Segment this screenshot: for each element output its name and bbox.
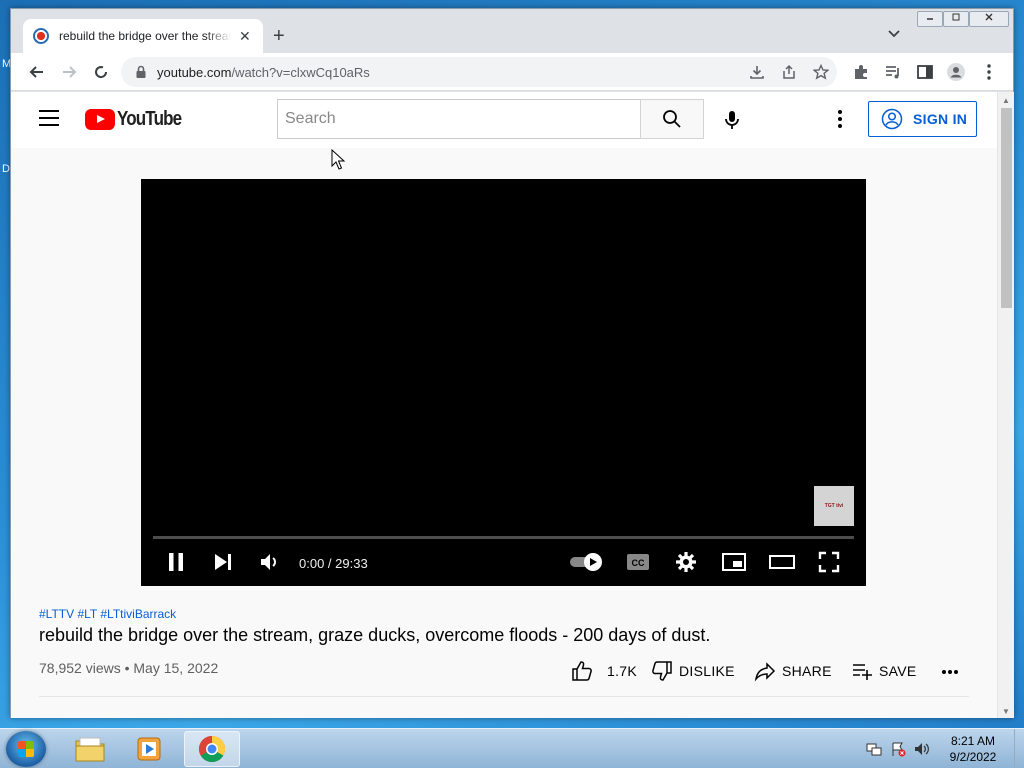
video-meta: 78,952 views • May 15, 2022	[39, 660, 219, 676]
menu-icon[interactable]	[39, 110, 59, 126]
share-label: SHARE	[782, 663, 832, 679]
desktop-icon-label: D	[2, 163, 10, 175]
browser-menu-icon[interactable]	[979, 62, 999, 82]
close-tab-icon[interactable]: ✕	[239, 28, 251, 45]
youtube-logo[interactable]: YouTube	[85, 108, 193, 131]
video-hashtags[interactable]: #LTTV #LT #LTtiviBarrack	[39, 607, 176, 621]
youtube-play-icon	[85, 109, 115, 130]
taskbar: 8:21 AM 9/2/2022	[0, 728, 1024, 768]
account-icon	[881, 108, 903, 130]
sign-in-label: SIGN IN	[913, 111, 968, 127]
url-text: youtube.com/watch?v=clxwCq10aRs	[157, 65, 370, 80]
volume-icon[interactable]	[259, 551, 281, 573]
speaker-icon[interactable]	[914, 741, 930, 757]
browser-window: rebuild the bridge over the stream, graz…	[10, 8, 1014, 718]
progress-bar[interactable]	[153, 536, 854, 539]
mouse-cursor-icon	[331, 149, 345, 170]
youtube-header: YouTube Search SIGN IN	[11, 92, 997, 148]
save-button[interactable]: SAVE	[851, 660, 917, 682]
close-icon	[985, 13, 993, 21]
install-app-icon[interactable]	[749, 64, 765, 80]
page-viewport: YouTube Search SIGN IN TGT tivi 0:00 / 2…	[11, 92, 997, 718]
show-desktop-button[interactable]	[1014, 729, 1024, 768]
fullscreen-icon[interactable]	[818, 551, 840, 573]
maximize-button[interactable]	[943, 11, 969, 27]
video-player[interactable]: TGT tivi 0:00 / 29:33 CC	[141, 179, 866, 586]
share-page-icon[interactable]	[781, 64, 797, 80]
action-center-flag-icon[interactable]	[890, 741, 906, 757]
thumbs-down-icon	[652, 661, 672, 681]
lock-icon[interactable]	[135, 65, 147, 79]
settings-gear-icon[interactable]	[675, 551, 697, 573]
miniplayer-icon[interactable]	[721, 551, 747, 573]
share-arrow-icon	[754, 662, 776, 682]
address-bar[interactable]: youtube.com/watch?v=clxwCq10aRs	[121, 57, 837, 87]
favicon-icon	[33, 28, 49, 44]
microphone-icon[interactable]	[721, 109, 743, 131]
taskbar-media-player[interactable]	[122, 731, 178, 767]
captions-icon[interactable]: CC	[626, 551, 650, 573]
dislike-button[interactable]: DISLIKE	[651, 660, 735, 682]
tab-title: rebuild the bridge over the stream, graz…	[59, 29, 231, 43]
media-control-icon[interactable]	[883, 62, 903, 82]
search-button[interactable]	[640, 99, 704, 139]
sign-in-button[interactable]: SIGN IN	[868, 101, 977, 137]
share-button[interactable]: SHARE	[754, 660, 832, 682]
system-clock[interactable]: 8:21 AM 9/2/2022	[938, 733, 1008, 765]
autoplay-toggle-icon[interactable]	[569, 551, 605, 573]
save-label: SAVE	[879, 663, 917, 679]
next-video-icon[interactable]	[212, 551, 234, 573]
side-panel-icon[interactable]	[915, 62, 935, 82]
extensions-icon[interactable]	[851, 62, 871, 82]
scroll-up-icon[interactable]: ▲	[1002, 96, 1010, 105]
thumbs-up-icon	[572, 661, 592, 681]
back-arrow-icon[interactable]	[27, 62, 47, 82]
clock-time: 8:21 AM	[950, 734, 996, 748]
forward-arrow-icon[interactable]	[59, 62, 79, 82]
media-player-icon	[137, 737, 161, 761]
more-actions-icon[interactable]	[941, 669, 959, 675]
start-button[interactable]	[6, 731, 46, 767]
time-display: 0:00 / 29:33	[299, 556, 368, 571]
new-tab-button[interactable]: +	[273, 25, 285, 47]
scrollbar-thumb[interactable]	[1001, 108, 1012, 308]
tab-strip: rebuild the bridge over the stream, graz…	[11, 9, 1013, 53]
restore-icon	[952, 13, 960, 21]
like-button[interactable]: 1.7K	[571, 660, 637, 682]
minimize-icon	[927, 18, 933, 20]
video-title: rebuild the bridge over the stream, graz…	[39, 625, 711, 645]
folder-icon	[75, 737, 105, 762]
taskbar-chrome[interactable]	[184, 731, 240, 767]
network-icon[interactable]	[866, 741, 882, 757]
pause-icon[interactable]	[165, 551, 187, 573]
divider	[39, 696, 969, 697]
stop-loading-icon[interactable]	[91, 62, 111, 82]
like-count: 1.7K	[607, 663, 637, 679]
taskbar-explorer[interactable]	[62, 731, 118, 767]
chrome-icon	[198, 735, 226, 763]
search-icon	[663, 110, 681, 128]
minimize-button[interactable]	[917, 11, 943, 27]
dislike-label: DISLIKE	[679, 663, 735, 679]
profile-avatar-icon[interactable]	[946, 62, 966, 82]
bookmark-star-icon[interactable]	[813, 64, 829, 80]
windows-logo-icon	[18, 741, 34, 757]
clock-date: 9/2/2022	[949, 750, 997, 764]
theater-mode-icon[interactable]	[769, 551, 795, 573]
chevron-down-icon[interactable]	[887, 27, 901, 41]
youtube-wordmark: YouTube	[117, 108, 182, 130]
browser-toolbar: youtube.com/watch?v=clxwCq10aRs	[11, 53, 1013, 91]
channel-watermark[interactable]: TGT tivi	[814, 486, 854, 526]
playlist-add-icon	[853, 664, 872, 680]
page-scrollbar[interactable]: ▲ ▼	[997, 92, 1014, 718]
scroll-down-icon[interactable]: ▼	[1002, 707, 1010, 716]
search-box	[277, 99, 641, 139]
watermark-text: TGT tivi	[824, 503, 844, 509]
browser-tab[interactable]: rebuild the bridge over the stream, graz…	[23, 19, 263, 53]
settings-dots-icon[interactable]	[837, 109, 843, 129]
svg-text:CC: CC	[632, 558, 645, 568]
search-input[interactable]	[278, 100, 640, 138]
close-window-button[interactable]	[969, 11, 1009, 27]
